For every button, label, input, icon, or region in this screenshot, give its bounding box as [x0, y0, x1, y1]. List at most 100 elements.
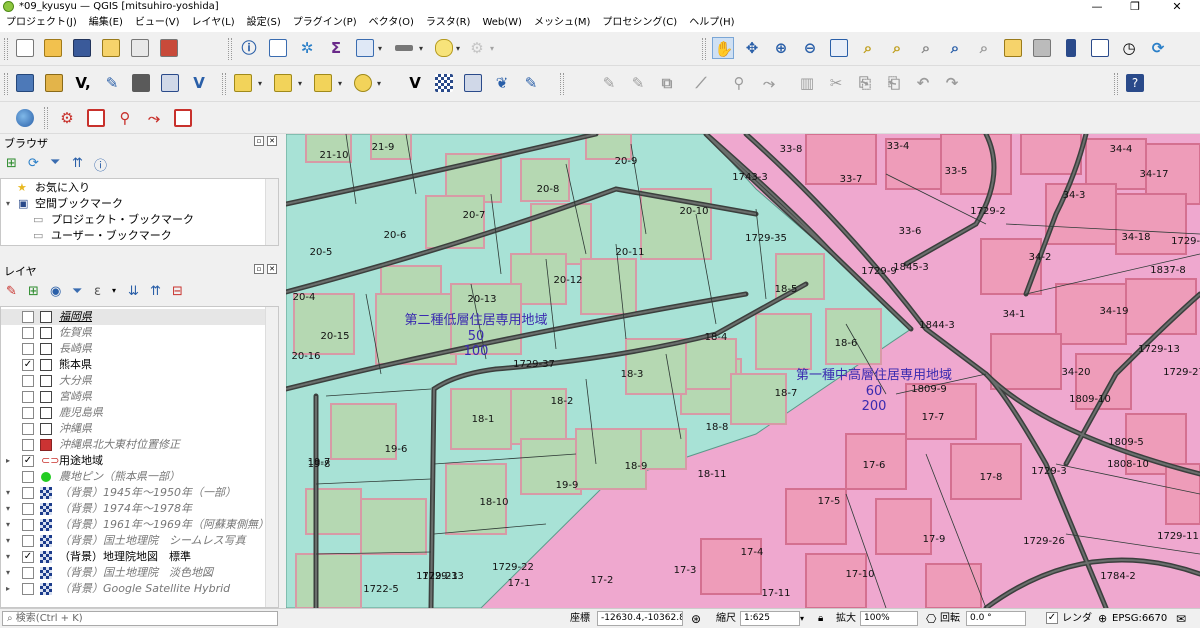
toolbar-grip[interactable] — [1114, 73, 1118, 95]
layer-item[interactable]: 福岡県 — [1, 309, 266, 325]
maximize-button[interactable]: ❐ — [1118, 0, 1152, 14]
copy-features-icon[interactable]: ⎘ — [854, 72, 876, 94]
python-icon[interactable]: ✎ — [520, 72, 542, 94]
visibility-eye-icon[interactable]: ◉ — [50, 284, 61, 299]
menu-raster[interactable]: ラスタ(R) — [420, 14, 477, 32]
layer-item[interactable]: ▾ （背景）国土地理院 淡色地図 — [1, 565, 266, 581]
refresh-icon[interactable]: ⟳ — [28, 156, 39, 171]
rotation-field[interactable]: 0.0 ° — [966, 611, 1026, 626]
menu-web[interactable]: Web(W) — [476, 14, 528, 32]
add-csv-icon[interactable]: V, — [72, 72, 94, 94]
redo-icon[interactable]: ↷ — [941, 72, 963, 94]
layer-visibility-checkbox[interactable] — [22, 375, 34, 387]
coord-field[interactable]: -12630.4,-10362.8 — [597, 611, 683, 626]
layers-scrollbar[interactable] — [265, 307, 278, 607]
toggle-editing-icon[interactable]: ✎ — [598, 72, 620, 94]
deselect-icon[interactable] — [312, 72, 334, 94]
zoom-out-icon[interactable]: ⊖ — [799, 37, 821, 59]
chevron-down-icon[interactable]: ▾ — [6, 485, 10, 501]
add-mesh-icon[interactable] — [159, 72, 181, 94]
menu-edit[interactable]: 編集(E) — [83, 14, 129, 32]
new-print-layout-icon[interactable] — [100, 37, 122, 59]
refresh-icon[interactable]: ⟳ — [1147, 37, 1169, 59]
settings-gear-icon[interactable]: ⚙ — [56, 107, 78, 129]
browser-spatial-bookmarks[interactable]: ▾ ▣ 空間ブックマーク — [1, 196, 266, 212]
close-button[interactable]: ✕ — [1160, 0, 1194, 14]
zoom-to-selection-icon[interactable]: ⌕ — [857, 37, 879, 59]
chevron-down-icon[interactable]: ▾ — [456, 44, 460, 53]
float-panel-button[interactable]: ▫ — [254, 264, 264, 274]
layer-item[interactable]: ▾ （背景）1961年〜1969年（阿蘇東側無） — [1, 517, 269, 533]
layer-item[interactable]: 鹿児島県 — [1, 405, 266, 421]
route-icon[interactable]: ⤳ — [143, 107, 165, 129]
attribute-table-icon[interactable] — [267, 37, 289, 59]
identify-icon[interactable]: ⓘ — [238, 37, 260, 59]
layer-visibility-checkbox[interactable]: ✓ — [22, 551, 34, 563]
properties-icon[interactable]: ⓘ — [94, 155, 107, 174]
browser-scrollbar[interactable] — [265, 179, 278, 245]
menu-settings[interactable]: 設定(S) — [241, 14, 287, 32]
chevron-down-icon[interactable]: ▾ — [377, 79, 381, 88]
add-vector-icon[interactable] — [43, 72, 65, 94]
filter-icon[interactable]: ⏷ — [72, 284, 82, 299]
vertex-tool-icon[interactable]: V — [404, 72, 426, 94]
save-edits-icon[interactable]: ⧉ — [656, 72, 678, 94]
magnify-field[interactable]: 100% — [860, 611, 918, 626]
toolbar-grip[interactable] — [4, 38, 8, 60]
new-map-view-icon[interactable] — [1002, 37, 1024, 59]
chevron-down-icon[interactable]: ▾ — [6, 196, 10, 212]
grid-icon[interactable] — [433, 72, 455, 94]
layer-item[interactable]: 沖縄県 — [1, 421, 266, 437]
open-project-icon[interactable] — [42, 37, 64, 59]
layer-visibility-checkbox[interactable] — [22, 343, 34, 355]
add-selected-icon[interactable]: ⊞ — [6, 156, 17, 171]
cut-features-icon[interactable]: ✂ — [825, 72, 847, 94]
grid-plugin-icon[interactable] — [85, 107, 107, 129]
pan-to-selection-icon[interactable]: ✥ — [741, 37, 763, 59]
toolbar-grip[interactable] — [4, 73, 8, 95]
layer-visibility-checkbox[interactable] — [22, 471, 34, 483]
layer-item[interactable]: ▸ ✓ ⊂⊃ 用途地域 — [1, 453, 266, 469]
layer-item[interactable]: ▾ （背景）1974年〜1978年 — [1, 501, 266, 517]
toolbar-grip[interactable] — [702, 38, 706, 60]
expand-all-icon[interactable]: ⇊ — [128, 284, 139, 299]
scale-field[interactable]: 1:625 — [740, 611, 800, 626]
new-project-icon[interactable] — [14, 37, 36, 59]
chevron-down-icon[interactable]: ▾ — [490, 44, 494, 53]
filter-expression-icon[interactable]: ε — [94, 284, 101, 299]
add-layer-icon[interactable] — [14, 72, 36, 94]
styling-icon[interactable]: ✎ — [6, 284, 17, 299]
select-features-icon[interactable] — [232, 72, 254, 94]
layer-visibility-checkbox[interactable] — [22, 423, 34, 435]
layer-item[interactable]: 宮崎県 — [1, 389, 266, 405]
layer-visibility-checkbox[interactable] — [22, 503, 34, 515]
render-checkbox[interactable]: ✓ — [1046, 612, 1058, 624]
crs-icon[interactable]: ⊕ — [1098, 612, 1107, 626]
collapse-all-icon[interactable]: ⇈ — [72, 156, 83, 171]
measure-icon[interactable] — [393, 37, 415, 59]
chevron-down-icon[interactable]: ▾ — [800, 612, 804, 626]
temporal-controller-icon[interactable]: ◷ — [1118, 37, 1140, 59]
chevron-down-icon[interactable]: ▾ — [6, 517, 10, 533]
close-panel-button[interactable]: ✕ — [267, 264, 277, 274]
add-feature-icon[interactable]: ⟋ — [690, 72, 712, 94]
map-canvas[interactable]: 21-10 21-9 20-9 20-8 20-7 20-6 20-10 20-5 20-11 2… — [286, 134, 1200, 608]
menu-mesh[interactable]: メッシュ(M) — [528, 14, 596, 32]
vertex-editor-icon[interactable]: ⚲ — [728, 72, 750, 94]
layer-item[interactable]: 農地ピン（熊本県一部） — [1, 469, 266, 485]
add-virtual-layer-icon[interactable]: V — [188, 72, 210, 94]
digitize-icon[interactable]: ✎ — [101, 72, 123, 94]
help-contents-icon[interactable]: ? — [1124, 72, 1146, 94]
layer-item[interactable]: 沖縄県北大東村位置修正 — [1, 437, 266, 453]
layer-visibility-checkbox[interactable] — [22, 311, 34, 323]
chevron-down-icon[interactable]: ▾ — [378, 44, 382, 53]
filter-icon[interactable]: ⏷ — [50, 155, 60, 170]
layer-visibility-checkbox[interactable] — [22, 535, 34, 547]
lock-scale-icon[interactable]: 🔒︎ — [818, 612, 823, 626]
chevron-down-icon[interactable]: ▾ — [338, 79, 342, 88]
statistics-icon[interactable]: Σ — [325, 37, 347, 59]
menu-help[interactable]: ヘルプ(H) — [683, 14, 740, 32]
menu-vector[interactable]: ベクタ(O) — [363, 14, 420, 32]
layer-visibility-checkbox[interactable] — [22, 583, 34, 595]
zoom-next-icon[interactable]: ⌕ — [973, 37, 995, 59]
